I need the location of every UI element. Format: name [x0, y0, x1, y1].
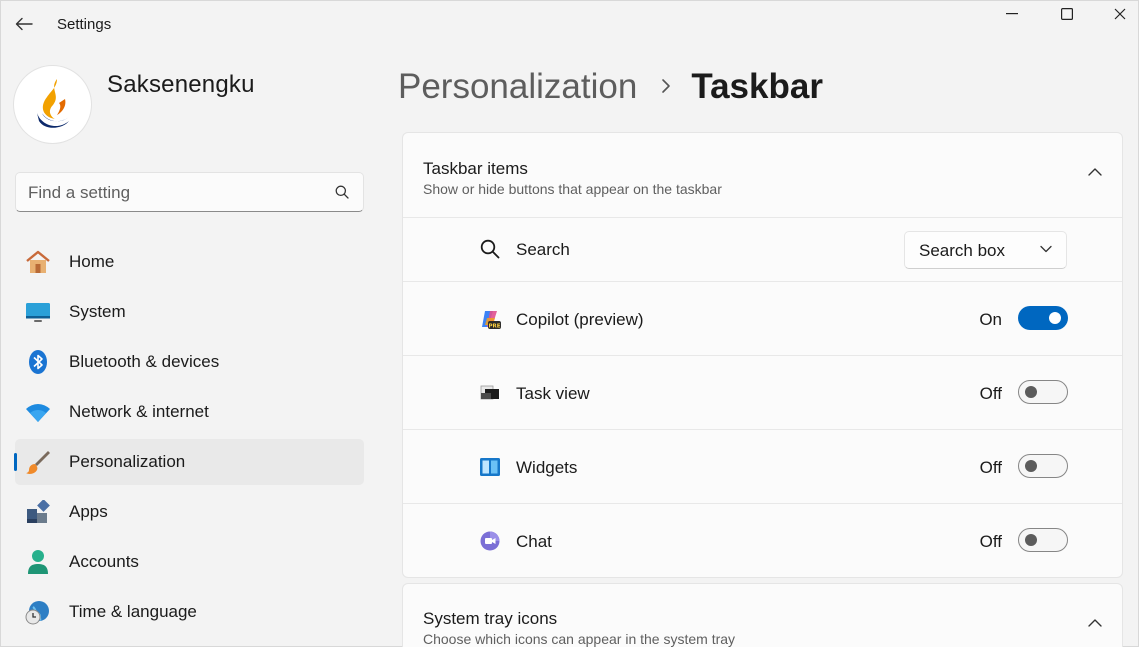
copilot-row: PRE Copilot (preview) On	[403, 282, 1122, 356]
flame-logo-icon	[31, 77, 75, 133]
sidebar-item-label: Accounts	[69, 552, 139, 572]
sidebar-item-label: System	[69, 302, 126, 322]
system-tray-card: System tray icons Choose which icons can…	[402, 583, 1123, 647]
widgets-icon	[479, 456, 501, 478]
section-title: System tray icons	[423, 609, 557, 629]
section-subtitle: Show or hide buttons that appear on the …	[423, 181, 722, 197]
task-view-state: Off	[980, 384, 1002, 404]
page-title: Taskbar	[691, 67, 823, 107]
chevron-down-icon	[1040, 245, 1052, 253]
chat-row: Chat Off	[403, 504, 1122, 578]
breadcrumb-parent[interactable]: Personalization	[398, 67, 637, 107]
arrow-left-icon	[15, 17, 33, 31]
chevron-up-icon[interactable]	[1088, 618, 1102, 627]
chevron-up-icon[interactable]	[1088, 167, 1102, 176]
widgets-state: Off	[980, 458, 1002, 478]
task-view-label: Task view	[516, 384, 590, 404]
chat-toggle[interactable]	[1018, 528, 1068, 552]
sidebar-nav: Home System Bluetooth & devices Network …	[15, 239, 364, 639]
search-setting-row: Search Search box	[403, 218, 1122, 282]
toggle-knob	[1049, 312, 1061, 324]
copilot-state: On	[979, 310, 1002, 330]
toggle-knob	[1025, 386, 1037, 398]
sidebar-item-label: Time & language	[69, 602, 197, 622]
clock-globe-icon	[25, 599, 51, 625]
task-view-row: Task view Off	[403, 356, 1122, 430]
sidebar-item-network[interactable]: Network & internet	[15, 389, 364, 435]
sidebar-item-personalization[interactable]: Personalization	[15, 439, 364, 485]
apps-icon	[25, 499, 51, 525]
sidebar-item-label: Network & internet	[69, 402, 209, 422]
toggle-knob	[1025, 460, 1037, 472]
dropdown-value: Search box	[919, 241, 1005, 261]
close-icon	[1114, 8, 1126, 20]
copilot-toggle[interactable]	[1018, 306, 1068, 330]
section-title: Taskbar items	[423, 159, 528, 179]
sidebar-item-apps[interactable]: Apps	[15, 489, 364, 535]
system-icon	[25, 299, 51, 325]
sidebar-item-label: Home	[69, 252, 114, 272]
minimize-button[interactable]	[989, 3, 1035, 25]
home-icon	[25, 249, 51, 275]
app-title: Settings	[57, 16, 111, 33]
accounts-icon	[25, 549, 51, 575]
user-name: Saksenengku	[107, 71, 255, 99]
sidebar-item-bluetooth[interactable]: Bluetooth & devices	[15, 339, 364, 385]
search-label: Search	[516, 240, 570, 260]
svg-text:PRE: PRE	[488, 323, 500, 329]
sidebar-item-label: Personalization	[69, 452, 185, 472]
sidebar-item-home[interactable]: Home	[15, 239, 364, 285]
system-tray-header[interactable]: System tray icons Choose which icons can…	[403, 584, 1122, 647]
chevron-right-icon	[661, 74, 671, 100]
breadcrumb: Personalization Taskbar	[398, 67, 823, 107]
task-view-toggle[interactable]	[1018, 380, 1068, 404]
copilot-label: Copilot (preview)	[516, 310, 644, 330]
brush-icon	[25, 449, 51, 475]
sidebar-item-label: Apps	[69, 502, 108, 522]
chat-icon	[479, 530, 501, 552]
sidebar-item-label: Bluetooth & devices	[69, 352, 219, 372]
task-view-icon	[479, 382, 501, 404]
avatar[interactable]	[13, 65, 92, 144]
back-button[interactable]	[11, 11, 37, 37]
taskbar-items-header[interactable]: Taskbar items Show or hide buttons that …	[403, 133, 1122, 218]
chat-state: Off	[980, 532, 1002, 552]
maximize-button[interactable]	[1044, 3, 1090, 25]
search-input[interactable]	[28, 181, 328, 205]
widgets-toggle[interactable]	[1018, 454, 1068, 478]
search-box[interactable]	[15, 172, 364, 212]
widgets-row: Widgets Off	[403, 430, 1122, 504]
wifi-icon	[25, 399, 51, 425]
chat-label: Chat	[516, 532, 552, 552]
search-icon	[479, 238, 501, 260]
sidebar-item-accounts[interactable]: Accounts	[15, 539, 364, 585]
close-button[interactable]	[1097, 3, 1139, 25]
search-mode-dropdown[interactable]: Search box	[904, 231, 1067, 269]
bluetooth-icon	[25, 349, 51, 375]
section-subtitle: Choose which icons can appear in the sys…	[423, 631, 735, 647]
title-bar: Settings	[1, 1, 1138, 47]
widgets-label: Widgets	[516, 458, 577, 478]
taskbar-items-card: Taskbar items Show or hide buttons that …	[402, 132, 1123, 578]
maximize-icon	[1061, 8, 1073, 20]
minimize-icon	[1006, 13, 1018, 15]
toggle-knob	[1025, 534, 1037, 546]
search-icon[interactable]	[335, 185, 349, 199]
sidebar-item-time-language[interactable]: Time & language	[15, 589, 364, 635]
copilot-icon: PRE	[479, 308, 501, 330]
sidebar-item-system[interactable]: System	[15, 289, 364, 335]
